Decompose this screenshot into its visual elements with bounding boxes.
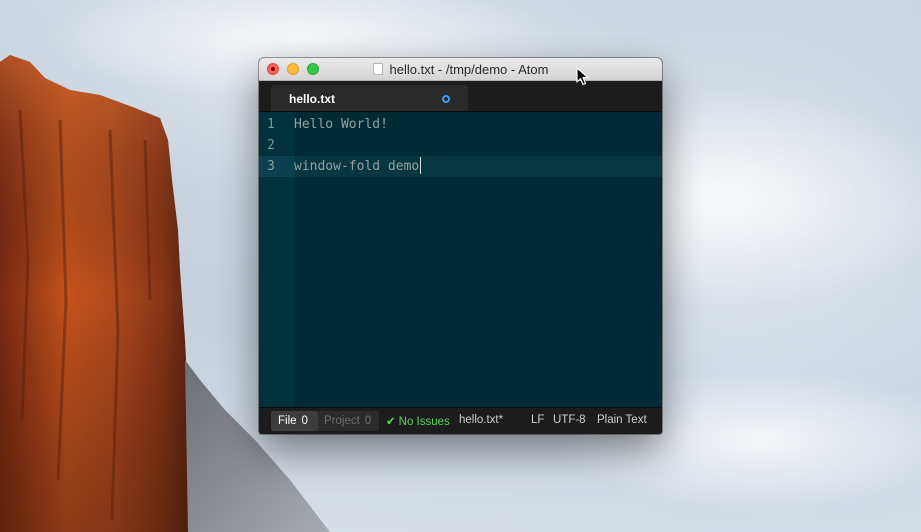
linter-status-text: No Issues [398,416,450,428]
linter-file-label: File [278,415,297,427]
text-cursor [420,157,422,174]
line-text[interactable]: Hello World! [294,114,388,135]
window-title: hello.txt - /tmp/demo - Atom [259,58,662,80]
editor-line[interactable]: 2 [259,135,662,156]
modified-indicator-icon[interactable] [442,95,450,103]
tab-label: hello.txt [289,92,336,106]
linter-file-tab[interactable]: File 0 [271,411,318,431]
tab-bar: hello.txt [259,81,662,112]
text-editor[interactable]: 1 Hello World! 2 3 window-fold demo [259,112,662,408]
linter-status[interactable]: ✔ No Issues [386,414,450,428]
line-text-active[interactable]: window-fold demo [294,156,422,177]
window-title-text: hello.txt - /tmp/demo - Atom [389,61,549,77]
editor-line-active[interactable]: 3 window-fold demo [259,156,662,177]
status-bar: File 0 Project 0 ✔ No Issues hello.txt* LF … [259,407,662,434]
atom-editor-window: hello.txt - /tmp/demo - Atom hello.txt 1… [259,58,662,434]
window-titlebar[interactable]: hello.txt - /tmp/demo - Atom [259,58,662,81]
line-number: 1 [267,117,275,132]
document-icon [372,63,383,75]
status-filename[interactable]: hello.txt* [459,414,503,426]
linter-project-tab[interactable]: Project 0 [318,411,379,431]
editor-line[interactable]: 1 Hello World! [259,114,662,135]
status-grammar[interactable]: Plain Text [597,414,647,426]
linter-project-label: Project [324,415,360,427]
linter-project-count: 0 [364,415,372,427]
mouse-pointer-icon [576,67,589,86]
check-icon: ✔ [386,416,396,428]
status-encoding[interactable]: UTF-8 [553,414,586,426]
line-text-content: window-fold demo [294,159,420,174]
tab-hello-txt[interactable]: hello.txt [271,85,468,111]
linter-file-count: 0 [301,415,308,427]
line-number: 2 [267,138,275,153]
line-number: 3 [259,156,295,177]
status-line-ending[interactable]: LF [531,414,544,426]
